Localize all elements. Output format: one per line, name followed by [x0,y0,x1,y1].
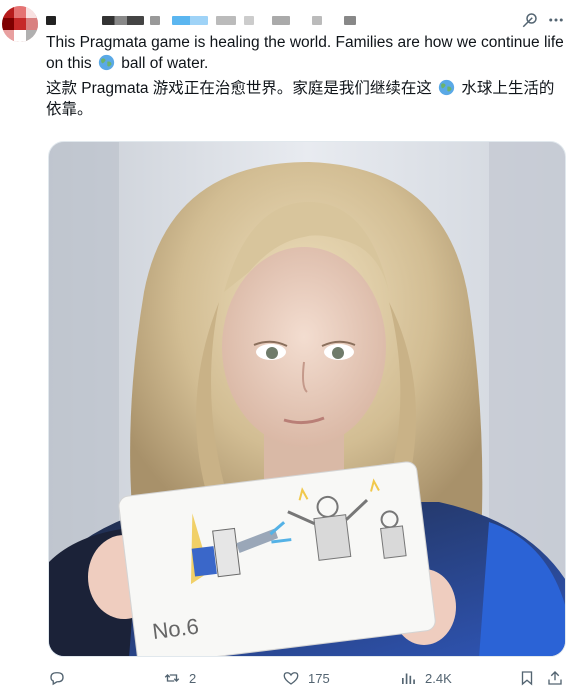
like-icon [283,672,299,685]
repost-button[interactable]: 2 [163,668,196,688]
bookmark-button[interactable] [518,668,536,688]
globe-emoji-icon [438,79,455,96]
repost-count: 2 [189,670,197,686]
share-icon [548,671,562,685]
tweet: This Pragmata game is healing the world.… [0,0,572,691]
tweet-text-zh: 这款 Pragmata 游戏正在治愈世界。家庭是我们继续在这 水球上生活的依靠。 [46,78,566,120]
bookmark-icon [521,671,533,686]
author-header [46,10,516,30]
reply-icon [50,672,64,686]
reply-button[interactable] [48,668,74,688]
views-icon [402,673,415,684]
tweet-text-en-part2: ball of water. [116,55,209,72]
views-button[interactable]: 2.4K [399,668,452,688]
action-bar: 2 175 2.4K [0,664,572,691]
globe-emoji-icon [98,54,115,71]
avatar[interactable] [2,6,38,42]
like-count: 175 [308,670,330,686]
tweet-image[interactable]: No.6 [48,141,566,657]
views-count: 2.4K [425,670,452,686]
author-name[interactable] [46,16,56,25]
share-button[interactable] [546,668,564,688]
tweet-text-zh-part1: 这款 Pragmata 游戏正在治愈世界。家庭是我们继续在这 [46,80,437,97]
like-button[interactable]: 175 [282,668,330,688]
more-icon[interactable] [545,9,567,31]
repost-icon [164,674,180,682]
grok-icon[interactable] [519,9,541,31]
author-handle[interactable] [102,16,144,25]
tweet-text-en: This Pragmata game is healing the world.… [46,32,566,74]
